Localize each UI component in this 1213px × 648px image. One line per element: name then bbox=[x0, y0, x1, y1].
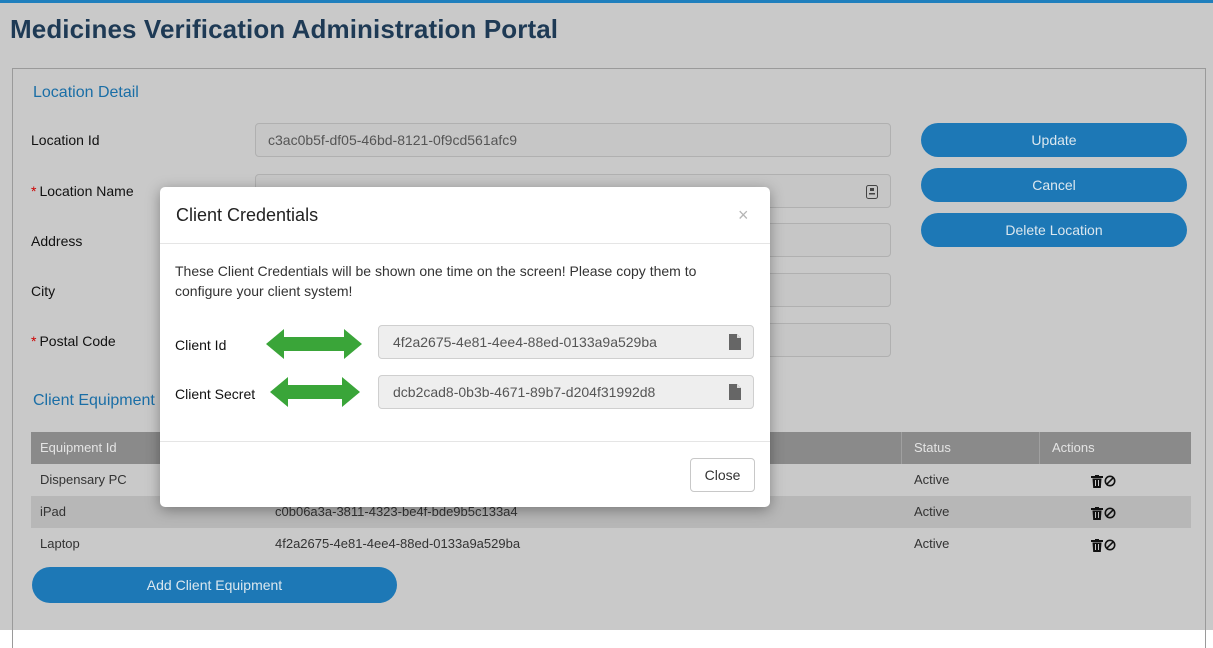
row-actions bbox=[1091, 528, 1116, 560]
client-id-cell: 4f2a2675-4e81-4ee4-88ed-0133a9a529ba bbox=[275, 536, 521, 551]
location-name-label-text: Location Name bbox=[39, 183, 134, 199]
client-id-field[interactable]: 4f2a2675-4e81-4ee4-88ed-0133a9a529ba bbox=[378, 325, 754, 359]
client-secret-field[interactable]: dcb2cad8-0b3b-4671-89b7-d204f31992d8 bbox=[378, 375, 754, 409]
client-secret-label: Client Secret bbox=[175, 386, 256, 402]
client-id-value: 4f2a2675-4e81-4ee4-88ed-0133a9a529ba bbox=[393, 334, 657, 350]
block-icon[interactable] bbox=[1104, 507, 1116, 519]
trash-icon[interactable] bbox=[1091, 506, 1103, 520]
block-icon[interactable] bbox=[1104, 539, 1116, 551]
client-secret-value: dcb2cad8-0b3b-4671-89b7-d204f31992d8 bbox=[393, 384, 656, 400]
modal-message: These Client Credentials will be shown o… bbox=[175, 263, 697, 299]
row-actions bbox=[1091, 496, 1116, 528]
add-client-equipment-button[interactable]: Add Client Equipment bbox=[32, 567, 397, 603]
delete-location-button[interactable]: Delete Location bbox=[921, 213, 1187, 247]
client-equipment-title: Client Equipment bbox=[33, 392, 155, 409]
column-divider bbox=[901, 432, 902, 464]
column-header-equipment-id[interactable]: Equipment Id bbox=[40, 432, 117, 464]
top-accent-bar bbox=[0, 0, 1213, 3]
location-id-field[interactable]: c3ac0b5f-df05-46bd-8121-0f9cd561afc9 bbox=[255, 123, 891, 157]
modal-header-divider bbox=[160, 243, 770, 244]
status-cell: Active bbox=[914, 472, 950, 487]
city-label: City bbox=[31, 283, 56, 299]
trash-icon[interactable] bbox=[1091, 538, 1103, 552]
required-mark: * bbox=[31, 333, 37, 349]
modal-title: Client Credentials bbox=[176, 205, 319, 225]
trash-icon[interactable] bbox=[1091, 474, 1103, 488]
double-arrow-icon bbox=[270, 377, 360, 407]
location-id-label: Location Id bbox=[31, 132, 100, 148]
postal-code-label-text: Postal Code bbox=[39, 333, 116, 349]
copy-icon[interactable] bbox=[729, 334, 741, 350]
id-card-icon bbox=[866, 185, 878, 199]
close-button[interactable]: Close bbox=[690, 458, 755, 492]
column-header-status[interactable]: Status bbox=[914, 432, 951, 464]
equipment-id-cell: Laptop bbox=[40, 536, 80, 551]
modal-close-icon[interactable]: × bbox=[738, 205, 749, 226]
copy-icon[interactable] bbox=[729, 384, 741, 400]
client-id-label: Client Id bbox=[175, 337, 227, 353]
required-mark: * bbox=[31, 183, 37, 199]
block-icon[interactable] bbox=[1104, 475, 1116, 487]
location-detail-title: Location Detail bbox=[33, 84, 139, 101]
column-header-actions: Actions bbox=[1052, 440, 1095, 455]
address-label: Address bbox=[31, 233, 83, 249]
table-row: Laptop 4f2a2675-4e81-4ee4-88ed-0133a9a52… bbox=[31, 528, 1191, 560]
postal-code-label: * Postal Code bbox=[31, 333, 116, 349]
client-credentials-modal: Client Credentials × These Client Creden… bbox=[160, 187, 770, 507]
modal-footer-divider bbox=[160, 441, 770, 442]
row-actions bbox=[1091, 464, 1116, 496]
status-cell: Active bbox=[914, 504, 950, 519]
update-button[interactable]: Update bbox=[921, 123, 1187, 157]
equipment-id-cell: Dispensary PC bbox=[40, 472, 127, 487]
app-title: Medicines Verification Administration Po… bbox=[10, 14, 559, 44]
column-divider bbox=[1039, 432, 1040, 464]
double-arrow-icon bbox=[266, 329, 362, 359]
location-name-label: * Location Name bbox=[31, 183, 134, 199]
status-cell: Active bbox=[914, 536, 950, 551]
cancel-button[interactable]: Cancel bbox=[921, 168, 1187, 202]
equipment-id-cell: iPad bbox=[40, 504, 67, 519]
